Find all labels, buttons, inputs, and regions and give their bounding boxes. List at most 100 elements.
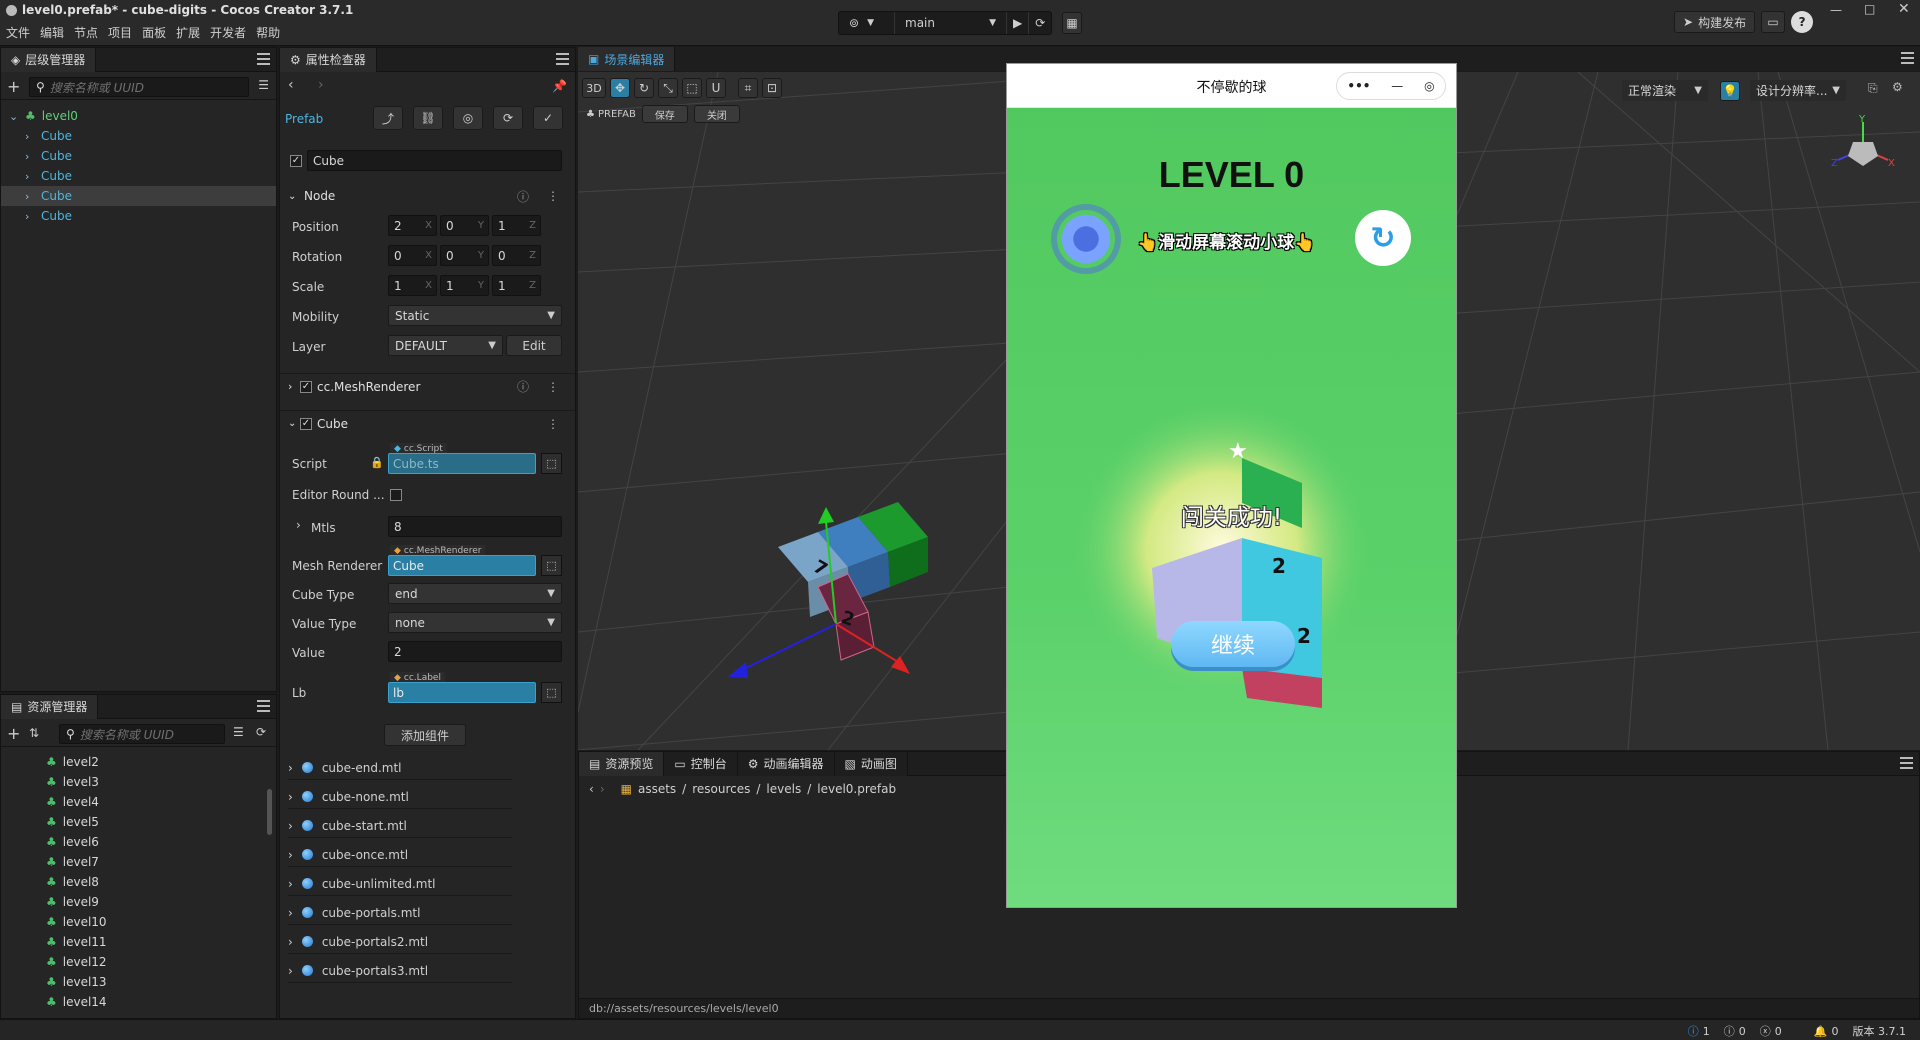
info-count[interactable]: ⓘ 1: [1688, 1023, 1710, 1039]
asset-item[interactable]: ♣ level12: [46, 952, 261, 972]
error-count[interactable]: ⓧ 0: [1760, 1023, 1782, 1039]
scale-y-input[interactable]: 1Y: [440, 275, 489, 296]
tree-item-cube[interactable]: › Cube: [1, 206, 276, 226]
asset-item[interactable]: ♣ level9: [46, 892, 261, 912]
pin-icon[interactable]: 📌: [552, 79, 567, 93]
tree-root[interactable]: ⌄ ♣ level0: [1, 106, 276, 126]
prefab-close-button[interactable]: 关闭: [693, 105, 740, 123]
panel-menu-icon[interactable]: [257, 53, 270, 65]
chevron-right-icon[interactable]: ›: [296, 518, 301, 532]
tree-item-cube-selected[interactable]: › Cube: [1, 186, 276, 206]
qr-code-button[interactable]: ▦: [1062, 12, 1082, 34]
asset-item[interactable]: ♣ level5: [46, 812, 261, 832]
forward-arrow-icon[interactable]: ›: [318, 77, 324, 93]
material-item[interactable]: › cube-portals2.mtl: [288, 930, 512, 954]
panel-menu-icon[interactable]: [556, 53, 569, 65]
material-item[interactable]: › cube-portals.mtl: [288, 901, 512, 925]
menu-help[interactable]: 帮助: [256, 24, 280, 41]
tab-console[interactable]: ▭ 控制台: [664, 751, 738, 776]
script-picker-button[interactable]: ⬚: [541, 453, 562, 474]
tab-animation-graph[interactable]: ▧ 动画图: [834, 751, 908, 776]
minimize-button[interactable]: —: [1830, 3, 1842, 17]
game-canvas[interactable]: LEVEL 0 👆滑动屏幕滚动小球👆 ↻ 2 2 2 ★ 闯关成功! 继续: [1007, 108, 1456, 907]
design-resolution-select[interactable]: 设计分辨率... ▼: [1750, 80, 1846, 101]
breadcrumb-item[interactable]: assets: [638, 782, 676, 796]
restart-button[interactable]: ↻: [1355, 210, 1411, 266]
add-node-icon[interactable]: +: [7, 77, 20, 96]
layer-select[interactable]: DEFAULT ▼: [388, 335, 503, 356]
material-item[interactable]: › cube-end.mtl: [288, 756, 512, 780]
menu-extension[interactable]: 扩展: [176, 24, 200, 41]
panel-menu-icon[interactable]: [257, 700, 270, 712]
node-active-checkbox[interactable]: ✓: [290, 155, 302, 167]
breadcrumb-item[interactable]: level0.prefab: [817, 782, 896, 796]
asset-item[interactable]: ♣ level3: [46, 772, 261, 792]
tab-assets[interactable]: ▤ 资源管理器: [1, 695, 99, 719]
asset-item[interactable]: ♣ level14: [46, 992, 261, 1012]
play-button[interactable]: ▶: [1007, 12, 1030, 34]
menu-project[interactable]: 项目: [108, 24, 132, 41]
asset-item[interactable]: ♣ level6: [46, 832, 261, 852]
rotation-y-input[interactable]: 0Y: [440, 245, 489, 266]
orientation-gizmo[interactable]: Y X Z: [1828, 114, 1898, 184]
minimize-icon[interactable]: —: [1391, 79, 1403, 93]
help-icon[interactable]: ?: [1791, 11, 1814, 33]
rotate-tool-button[interactable]: ↻: [634, 78, 654, 98]
prefab-save-button[interactable]: 保存: [641, 105, 688, 123]
add-asset-icon[interactable]: +: [7, 724, 20, 743]
notification-count[interactable]: 🔔 0: [1814, 1025, 1839, 1038]
mobility-select[interactable]: Static ▼: [388, 305, 562, 326]
scale-z-input[interactable]: 1Z: [492, 275, 541, 296]
tab-scene-editor[interactable]: ▣ 场景编辑器: [578, 47, 676, 71]
mesh-renderer-field[interactable]: Cube: [388, 555, 536, 576]
material-item[interactable]: › cube-none.mtl: [288, 785, 512, 809]
tab-hierarchy[interactable]: ◈ 层级管理器: [1, 47, 97, 72]
game-preview-window[interactable]: 不停歇的球 ••• — ◎ LEVEL 0 👆滑动屏幕滚动小球👆 ↻ 2 2 2…: [1006, 63, 1457, 908]
more-dots-icon[interactable]: •••: [1347, 79, 1370, 93]
menu-panel[interactable]: 面板: [142, 24, 166, 41]
asset-item[interactable]: ♣ level2: [46, 752, 261, 772]
render-mode-select[interactable]: 正常渲染 ▼: [1622, 80, 1708, 101]
open-folder-button[interactable]: ▭: [1761, 11, 1786, 33]
open-prefab-button[interactable]: ⤴: [373, 106, 403, 130]
mode-3d-button[interactable]: 3D: [582, 78, 606, 98]
sort-icon[interactable]: ⇅: [29, 726, 39, 740]
tab-animation-editor[interactable]: ⚙ 动画编辑器: [737, 751, 835, 776]
close-window-button[interactable]: ✕: [1898, 1, 1910, 17]
panel-menu-icon[interactable]: [1901, 52, 1914, 64]
list-view-icon[interactable]: ☰: [233, 725, 244, 739]
unlink-prefab-button[interactable]: ⛓: [413, 106, 443, 130]
script-field[interactable]: Cube.ts: [388, 453, 536, 474]
warning-count[interactable]: ⓘ 0: [1724, 1023, 1746, 1039]
locate-prefab-button[interactable]: ◎: [453, 106, 483, 130]
material-item[interactable]: › cube-unlimited.mtl: [288, 872, 512, 896]
global-local-button[interactable]: ⊡: [762, 78, 782, 98]
menu-edit[interactable]: 编辑: [40, 24, 64, 41]
magnet-tool-button[interactable]: U: [706, 78, 726, 98]
refresh-button[interactable]: ⟳: [1029, 12, 1051, 34]
tree-item-cube[interactable]: › Cube: [1, 146, 276, 166]
position-x-input[interactable]: 2X: [388, 215, 437, 236]
settings-icon[interactable]: ⚙: [1892, 80, 1903, 94]
build-publish-button[interactable]: ➤ 构建发布: [1674, 11, 1756, 33]
cube-type-select[interactable]: end ▼: [388, 583, 562, 604]
asset-item[interactable]: ♣ level8: [46, 872, 261, 892]
assets-search-input[interactable]: ⚲ 搜索名称或 UUID: [59, 724, 225, 744]
more-vert-icon[interactable]: ⋮: [547, 380, 559, 394]
help-circle-icon[interactable]: ⓘ: [517, 378, 529, 395]
cube-component-section-header[interactable]: ⌄ ✓ Cube ⋮: [280, 410, 575, 436]
rotation-z-input[interactable]: 0Z: [492, 245, 541, 266]
more-vert-icon[interactable]: ⋮: [547, 189, 559, 203]
back-arrow-icon[interactable]: ‹: [589, 782, 594, 796]
revert-prefab-button[interactable]: ⟳: [493, 106, 523, 130]
add-component-button[interactable]: 添加组件: [384, 724, 466, 746]
position-z-input[interactable]: 1Z: [492, 215, 541, 236]
lb-field[interactable]: lb: [388, 682, 536, 703]
asset-item[interactable]: ♣ level13: [46, 972, 261, 992]
tab-asset-preview[interactable]: ▤ 资源预览: [579, 751, 665, 776]
sort-icon[interactable]: ☰: [258, 78, 269, 92]
material-item[interactable]: › cube-start.mtl: [288, 814, 512, 838]
asset-item[interactable]: ♣ level7: [46, 852, 261, 872]
mtls-count-input[interactable]: 8: [388, 516, 562, 537]
platform-select[interactable]: ⊚ ▼: [839, 12, 895, 34]
